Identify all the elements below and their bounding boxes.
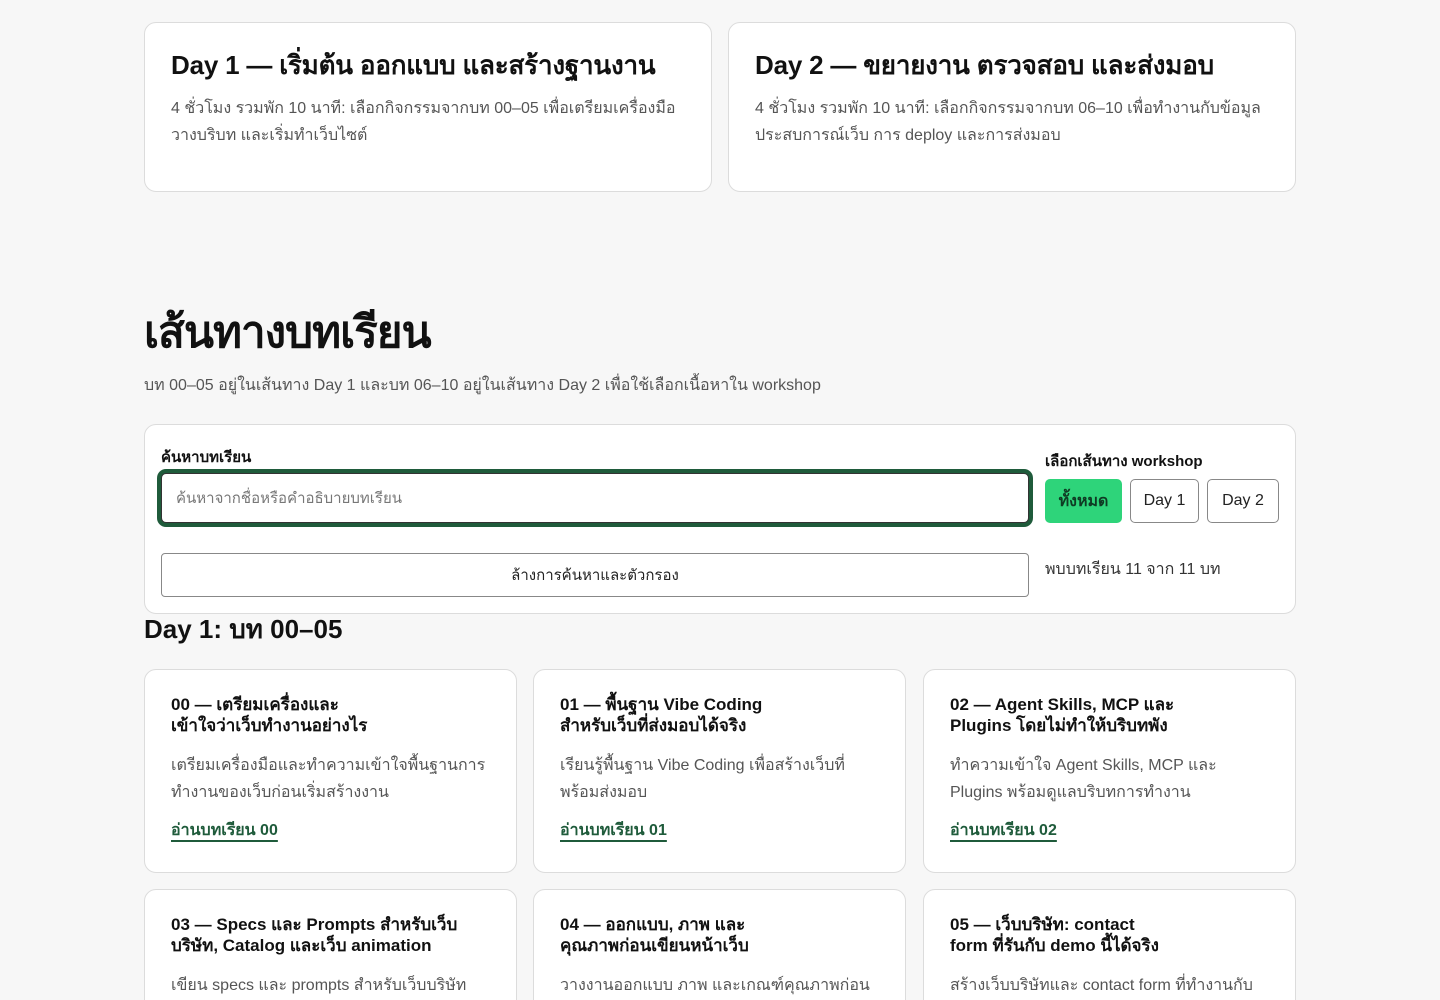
lesson-title: 05 — เว็บบริษัท: contact form ที่รันกับ … xyxy=(950,915,1159,955)
day-1-title: Day 1 — เริ่มต้น ออกแบบ และสร้างฐานงาน xyxy=(171,50,656,80)
lesson-card-05: 05 — เว็บบริษัท: contact form ที่รันกับ … xyxy=(923,889,1296,1000)
search-input[interactable] xyxy=(161,473,1029,523)
filter-panel: ค้นหาบทเรียน ล้างการค้นหาและตัวกรอง เลือ… xyxy=(144,424,1296,614)
section-description: บท 00–05 อยู่ในเส้นทาง Day 1 และบท 06–10… xyxy=(144,377,821,394)
day-2-card: Day 2 — ขยายงาน ตรวจสอบ และส่งมอบ 4 ชั่ว… xyxy=(728,22,1296,192)
lesson-card-00: 00 — เตรียมเครื่องและเข้าใจว่าเว็บทำงานอ… xyxy=(144,669,517,873)
group-title: Day 1: บท 00–05 xyxy=(144,614,343,644)
lesson-card-02: 02 — Agent Skills, MCP และ Plugins โดยไม… xyxy=(923,669,1296,873)
lesson-link-00[interactable]: อ่านบทเรียน 00 xyxy=(171,822,278,839)
lesson-title: 02 — Agent Skills, MCP และ Plugins โดยไม… xyxy=(950,695,1175,735)
track-day1-button[interactable]: Day 1 xyxy=(1130,479,1199,523)
day-1-description: 4 ชั่วโมง รวมพัก 10 นาที: เลือกกิจกรรมจา… xyxy=(171,100,676,144)
lesson-title: 00 — เตรียมเครื่องและเข้าใจว่าเว็บทำงานอ… xyxy=(171,695,368,735)
lesson-description: สร้างเว็บบริษัทและ contact form ที่ทำงาน… xyxy=(950,977,1253,994)
lesson-card-03: 03 — Specs และ Prompts สำหรับเว็บบริษัท,… xyxy=(144,889,517,1000)
lesson-link-01[interactable]: อ่านบทเรียน 01 xyxy=(560,822,667,839)
lesson-description: เขียน specs และ prompts สำหรับเว็บบริษัท xyxy=(171,977,467,994)
lesson-description: ทำความเข้าใจ Agent Skills, MCP และ Plugi… xyxy=(950,757,1217,801)
section-title: เส้นทางบทเรียน xyxy=(144,308,432,357)
search-label: ค้นหาบทเรียน xyxy=(161,449,252,466)
track-label: เลือกเส้นทาง workshop xyxy=(1045,453,1203,470)
result-count: พบบทเรียน 11 จาก 11 บท xyxy=(1045,561,1221,578)
lesson-title: 04 — ออกแบบ, ภาพ และคุณภาพก่อนเขียนหน้าเ… xyxy=(560,915,749,955)
lesson-description: เตรียมเครื่องมือและทำความเข้าใจพื้นฐานกา… xyxy=(171,757,486,801)
lesson-link-02[interactable]: อ่านบทเรียน 02 xyxy=(950,822,1057,839)
lesson-description: เรียนรู้พื้นฐาน Vibe Coding เพื่อสร้างเว… xyxy=(560,757,845,801)
lesson-title: 03 — Specs และ Prompts สำหรับเว็บบริษัท,… xyxy=(171,915,458,955)
clear-filters-button[interactable]: ล้างการค้นหาและตัวกรอง xyxy=(161,553,1029,597)
day-2-title: Day 2 — ขยายงาน ตรวจสอบ และส่งมอบ xyxy=(755,50,1214,80)
lesson-title: 01 — พื้นฐาน Vibe Coding สำหรับเว็บที่ส่… xyxy=(560,695,763,735)
track-day2-button[interactable]: Day 2 xyxy=(1207,479,1279,523)
track-all-button[interactable]: ทั้งหมด xyxy=(1045,479,1122,523)
lesson-description: วางงานออกแบบ ภาพ และเกณฑ์คุณภาพก่อนเริ่ม xyxy=(560,977,870,994)
lesson-card-04: 04 — ออกแบบ, ภาพ และคุณภาพก่อนเขียนหน้าเ… xyxy=(533,889,906,1000)
lesson-card-01: 01 — พื้นฐาน Vibe Coding สำหรับเว็บที่ส่… xyxy=(533,669,906,873)
day-1-card: Day 1 — เริ่มต้น ออกแบบ และสร้างฐานงาน 4… xyxy=(144,22,712,192)
day-2-description: 4 ชั่วโมง รวมพัก 10 นาที: เลือกกิจกรรมจา… xyxy=(755,100,1261,144)
